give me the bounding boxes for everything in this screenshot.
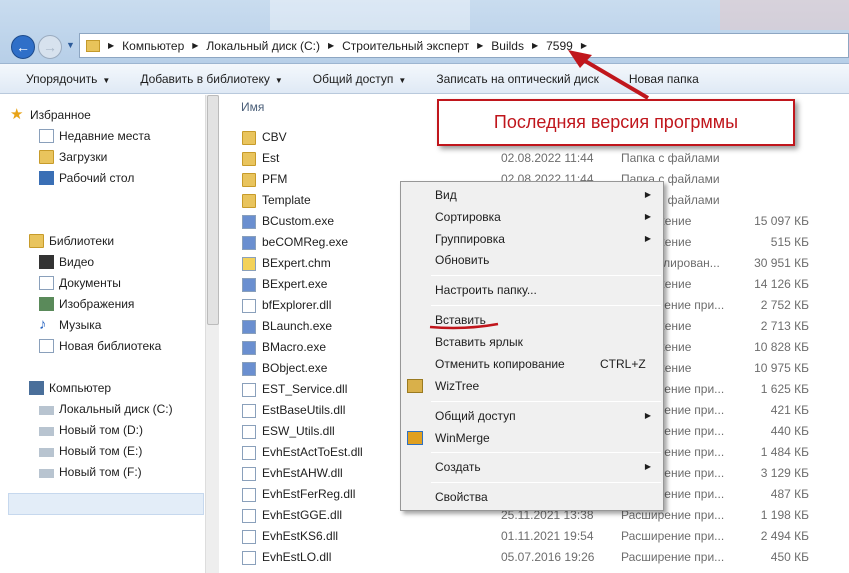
annotation-underline	[429, 322, 499, 330]
arrow-head-icon	[568, 50, 592, 68]
annotation-overlay	[429, 50, 650, 330]
annotation-callout: Последняя версия прогрммы	[437, 99, 795, 146]
annotation-arrow	[578, 56, 650, 100]
